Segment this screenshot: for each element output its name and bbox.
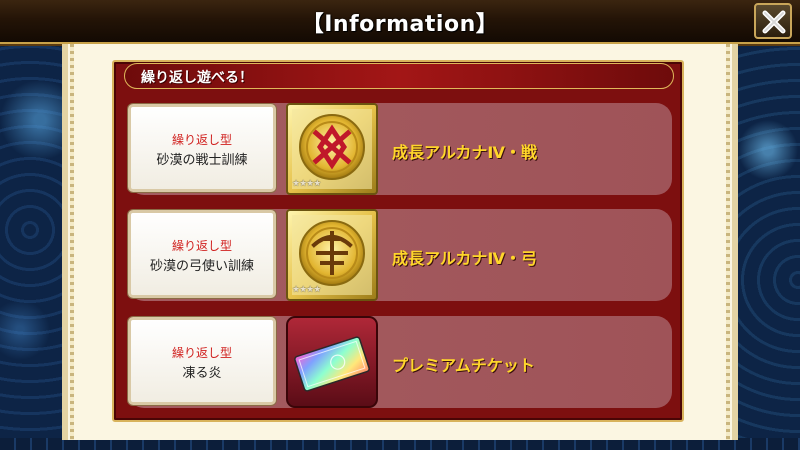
list-item: 繰り返し型 凍る炎 プレミアムチケット	[128, 316, 672, 408]
section-title: 繰り返し遊べる！	[141, 70, 253, 86]
rarity-stars: ★★★★	[292, 285, 321, 295]
bow-arcana-emblem-icon: ★★★★	[286, 209, 378, 301]
close-button[interactable]	[754, 3, 792, 39]
quest-type-label: 繰り返し型	[171, 239, 232, 253]
quest-label-card[interactable]: 繰り返し型 凍る炎	[128, 317, 276, 405]
war-arcana-emblem-icon: ★★★★	[286, 103, 378, 195]
quest-label-card[interactable]: 繰り返し型 砂漠の戦士訓練	[128, 104, 276, 192]
list-item: 繰り返し型 砂漠の弓使い訓練 ★★★★ 成長アルカナⅣ・弓	[128, 209, 672, 301]
quest-name: 砂漠の戦士訓練	[156, 153, 248, 168]
quest-name: 凍る炎	[182, 366, 222, 381]
quest-label-card[interactable]: 繰り返し型 砂漠の弓使い訓練	[128, 210, 276, 298]
reward-name: プレミアムチケット	[392, 356, 535, 375]
reward-name: 成長アルカナⅣ・戦	[392, 143, 537, 162]
page-title: 【Information】	[301, 12, 499, 37]
quest-type-label: 繰り返し型	[171, 133, 232, 147]
premium-ticket-icon	[286, 316, 378, 408]
quest-type-label: 繰り返し型	[171, 346, 232, 360]
section-header: 繰り返し遊べる！	[124, 63, 674, 89]
rarity-stars: ★★★★	[292, 179, 321, 189]
background-scenery-right	[738, 0, 800, 450]
list-item: 繰り返し型 砂漠の戦士訓練 ★★★★ 成長アルカナⅣ・戦	[128, 103, 672, 195]
reward-name: 成長アルカナⅣ・弓	[392, 249, 537, 268]
quest-name: 砂漠の弓使い訓練	[149, 259, 254, 274]
close-icon	[762, 10, 786, 34]
title-bar: 【Information】	[0, 0, 800, 44]
